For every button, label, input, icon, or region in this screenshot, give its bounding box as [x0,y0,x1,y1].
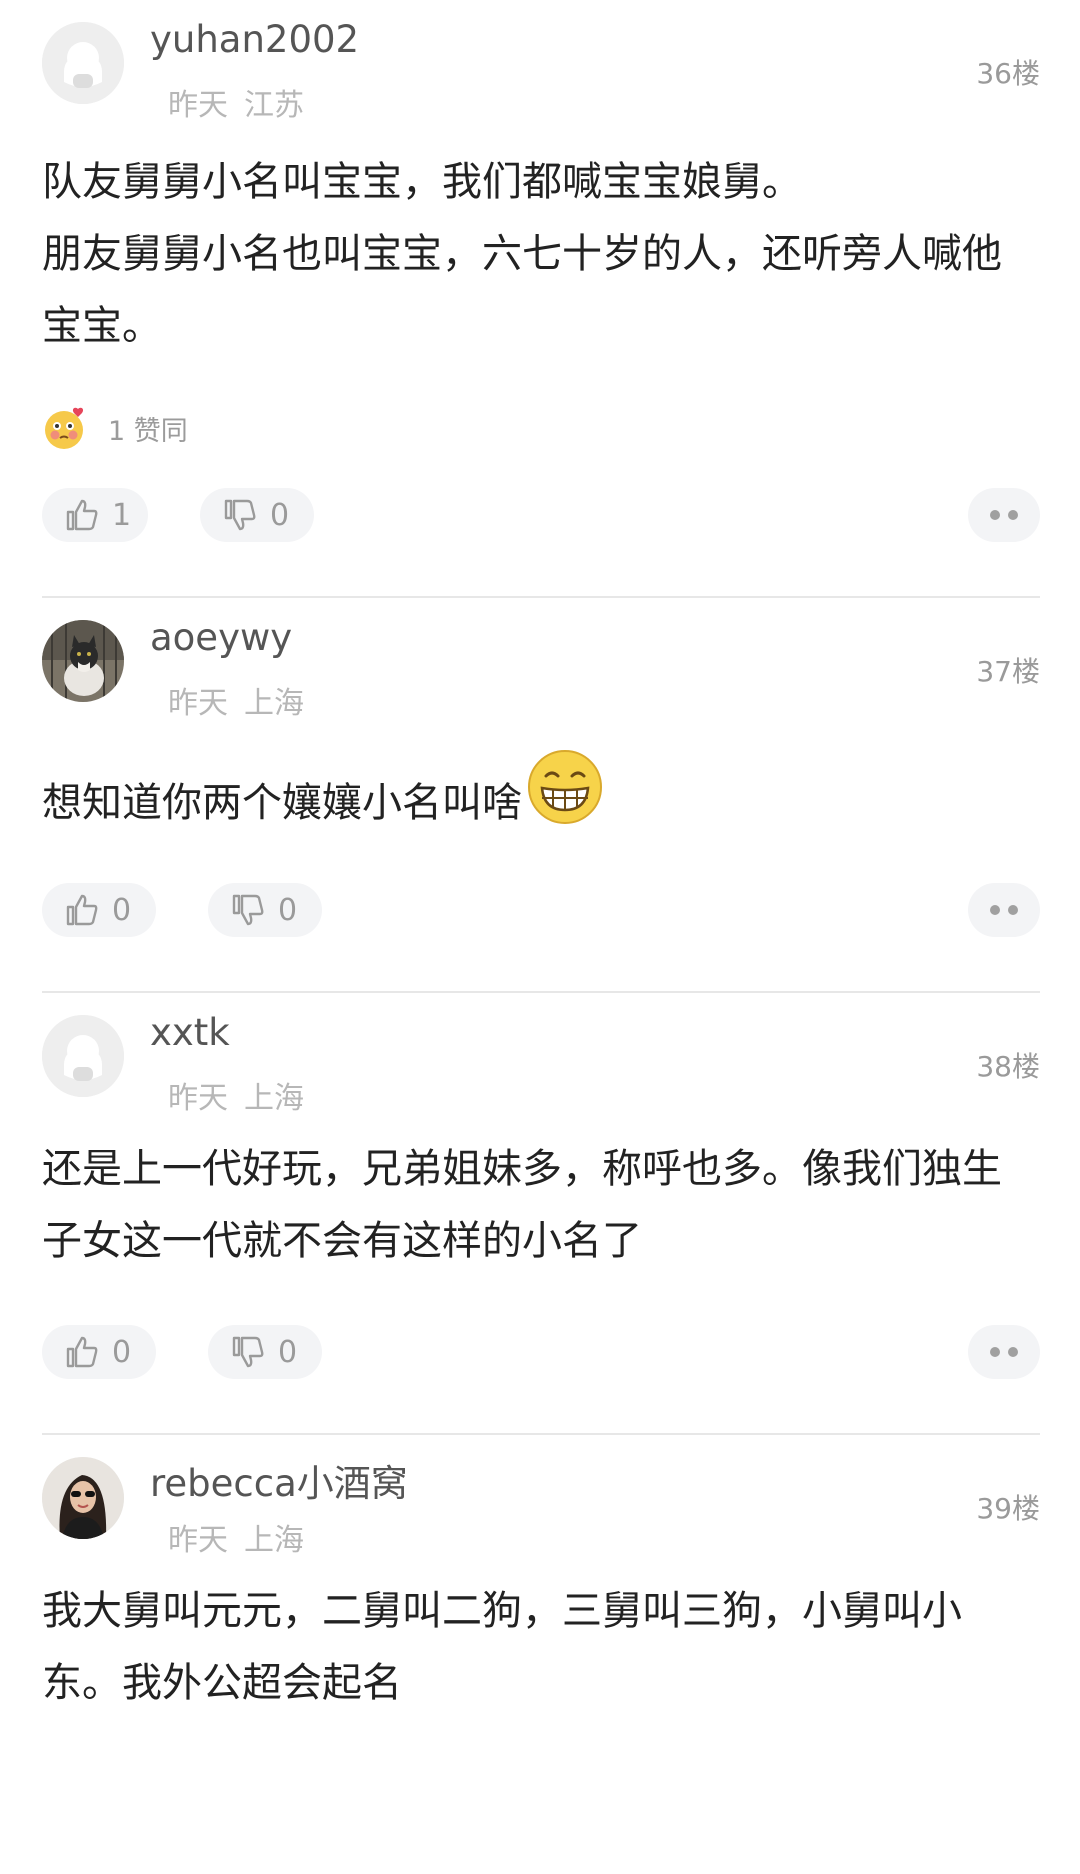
default-avatar-icon [42,22,124,104]
comment-feed: yuhan2002 昨天 江苏 36楼 队友舅舅小名叫宝宝，我们都喊宝宝娘舅。 朋… [42,0,1040,1719]
comment-line: 队友舅舅小名叫宝宝，我们都喊宝宝娘舅。 [42,159,802,205]
more-dot-icon [1008,905,1018,915]
comment-line: 我大舅叫元元，二舅叫二狗，三舅叫三狗，小舅叫小东。我外公超会起名 [42,1588,962,1706]
comment-header: yuhan2002 昨天 江苏 36楼 [42,0,1040,123]
more-options-button[interactable] [968,883,1040,937]
comment-location: 上海 [244,1081,304,1116]
comment-time: 昨天 [168,686,228,721]
comment-time: 昨天 [168,88,228,123]
more-dot-icon [1008,1347,1018,1357]
avatar[interactable] [42,1015,124,1097]
username[interactable]: yuhan2002 [150,18,359,61]
comment-line: 还是上一代好玩，兄弟姐妹多，称呼也多。像我们独生子女这一代就不会有这样的小名了 [42,1146,1002,1264]
avatar[interactable] [42,620,124,702]
like-count: 0 [112,892,132,928]
username[interactable]: rebecca小酒窝 [150,1453,408,1507]
dislike-button[interactable]: 0 [208,883,322,937]
dislike-count: 0 [278,892,298,928]
comment-body: 我大舅叫元元，二舅叫二狗，三舅叫三狗，小舅叫小东。我外公超会起名 [42,1575,1032,1719]
more-dot-icon [1008,510,1018,520]
like-button[interactable]: 0 [42,883,156,937]
comment-header: rebecca小酒窝 昨天 上海 39楼 [42,1435,1040,1558]
comment-meta: 昨天 上海 [168,1515,304,1559]
comment-time: 昨天 [168,1523,228,1558]
comment-meta: 昨天 江苏 [168,80,304,124]
comment-location: 上海 [244,1523,304,1558]
comment-item: aoeywy 昨天 上海 37楼 想知道你两个孃孃小名叫啥 0 0 [42,598,1040,993]
thumbs-up-icon [62,1332,102,1372]
comment-header: xxtk 昨天 上海 38楼 [42,993,1040,1116]
floor-number: 36楼 [976,57,1040,90]
dislike-button[interactable]: 0 [200,488,314,542]
more-dot-icon [990,905,1000,915]
grinning-face-emoji-icon [526,748,604,826]
like-button[interactable]: 0 [42,1325,156,1379]
dislike-count: 0 [278,1334,298,1370]
more-options-button[interactable] [968,1325,1040,1379]
reaction-summary[interactable]: 1 赞同 [42,404,1040,452]
more-dot-icon [990,1347,1000,1357]
comment-meta: 昨天 上海 [168,1073,304,1117]
floor-number: 38楼 [976,1050,1040,1083]
comment-actions: 1 0 [42,488,1040,544]
comment-header: aoeywy 昨天 上海 37楼 [42,598,1040,721]
comment-line-text: 想知道你两个孃孃小名叫啥 [42,780,522,826]
comment-body: 想知道你两个孃孃小名叫啥 [42,748,1032,839]
flushed-heart-emoji-icon [42,405,88,451]
thumbs-down-icon [220,495,260,535]
thumbs-up-icon [62,495,102,535]
dislike-button[interactable]: 0 [208,1325,322,1379]
thumbs-down-icon [228,1332,268,1372]
like-count: 1 [112,497,132,533]
comment-line: 朋友舅舅小名也叫宝宝，六七十岁的人，还听旁人喊他宝宝。 [42,231,1002,349]
comment-item: yuhan2002 昨天 江苏 36楼 队友舅舅小名叫宝宝，我们都喊宝宝娘舅。 朋… [42,0,1040,598]
comment-time: 昨天 [168,1081,228,1116]
username[interactable]: xxtk [150,1011,230,1054]
thumbs-up-icon [62,890,102,930]
default-avatar-icon [42,1015,124,1097]
username[interactable]: aoeywy [150,616,292,659]
like-button[interactable]: 1 [42,488,148,542]
avatar[interactable] [42,22,124,104]
more-dot-icon [990,510,1000,520]
avatar[interactable] [42,1457,124,1539]
comment-body: 还是上一代好玩，兄弟姐妹多，称呼也多。像我们独生子女这一代就不会有这样的小名了 [42,1133,1032,1277]
floor-number: 37楼 [976,655,1040,688]
comment-meta: 昨天 上海 [168,678,304,722]
more-options-button[interactable] [968,488,1040,542]
like-count: 0 [112,1334,132,1370]
comment-actions: 0 0 [42,1325,1040,1381]
cat-photo-avatar [42,620,124,702]
floor-number: 39楼 [976,1492,1040,1525]
comment-location: 上海 [244,686,304,721]
comment-body: 队友舅舅小名叫宝宝，我们都喊宝宝娘舅。 朋友舅舅小名也叫宝宝，六七十岁的人，还听… [42,146,1032,362]
comment-location: 江苏 [244,88,304,123]
comment-line: 想知道你两个孃孃小名叫啥 [42,748,1032,839]
comment-actions: 0 0 [42,883,1040,939]
dislike-count: 0 [270,497,290,533]
comment-item: rebecca小酒窝 昨天 上海 39楼 我大舅叫元元，二舅叫二狗，三舅叫三狗，小… [42,1435,1040,1719]
reaction-count: 1 赞同 [108,415,188,447]
thumbs-down-icon [228,890,268,930]
comment-item: xxtk 昨天 上海 38楼 还是上一代好玩，兄弟姐妹多，称呼也多。像我们独生子女… [42,993,1040,1435]
woman-photo-avatar [42,1457,124,1539]
